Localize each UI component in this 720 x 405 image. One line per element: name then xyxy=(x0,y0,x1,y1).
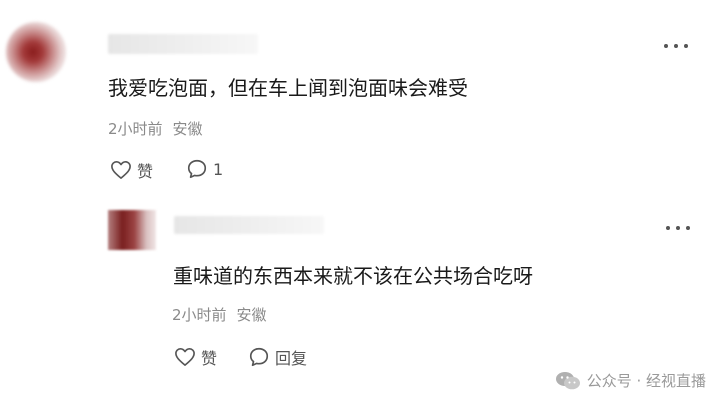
comment-text: 我爱吃泡面，但在车上闻到泡面味会难受 xyxy=(108,76,468,100)
like-label: 赞 xyxy=(137,162,154,181)
reply-like-label: 赞 xyxy=(201,349,218,368)
username-redacted[interactable] xyxy=(108,34,258,54)
like-button[interactable]: 赞 xyxy=(110,158,153,182)
more-dots-icon[interactable] xyxy=(664,42,688,50)
watermark-text: 公众号 · 经视直播 xyxy=(586,372,706,390)
reply-like-button[interactable]: 赞 xyxy=(174,345,217,369)
heart-outline-icon xyxy=(111,161,131,179)
comment-meta: 2小时前 安徽 xyxy=(108,118,203,139)
wechat-logo-icon xyxy=(555,371,580,389)
speech-bubble-icon xyxy=(187,159,207,179)
reply-count: 1 xyxy=(213,159,224,179)
reply-button[interactable]: 回复 xyxy=(248,345,307,369)
reply-label: 回复 xyxy=(275,349,308,368)
heart-outline-icon xyxy=(175,348,195,366)
comment-time: 2小时前 xyxy=(108,120,163,138)
comment-location: 安徽 xyxy=(172,120,203,138)
reply-text: 重味道的东西本来就不该在公共场合吃呀 xyxy=(173,264,533,288)
reply-location: 安徽 xyxy=(236,306,267,324)
reply-count-button[interactable]: 1 xyxy=(186,158,223,180)
watermark: 公众号 · 经视直播 xyxy=(555,370,706,391)
reply-username-redacted[interactable] xyxy=(174,216,324,234)
reply-avatar[interactable] xyxy=(108,210,156,250)
speech-bubble-icon xyxy=(249,347,269,367)
reply-more-dots-icon[interactable] xyxy=(666,224,690,232)
avatar[interactable] xyxy=(6,22,66,82)
reply-meta: 2小时前 安徽 xyxy=(172,304,267,325)
reply-time: 2小时前 xyxy=(172,306,227,324)
